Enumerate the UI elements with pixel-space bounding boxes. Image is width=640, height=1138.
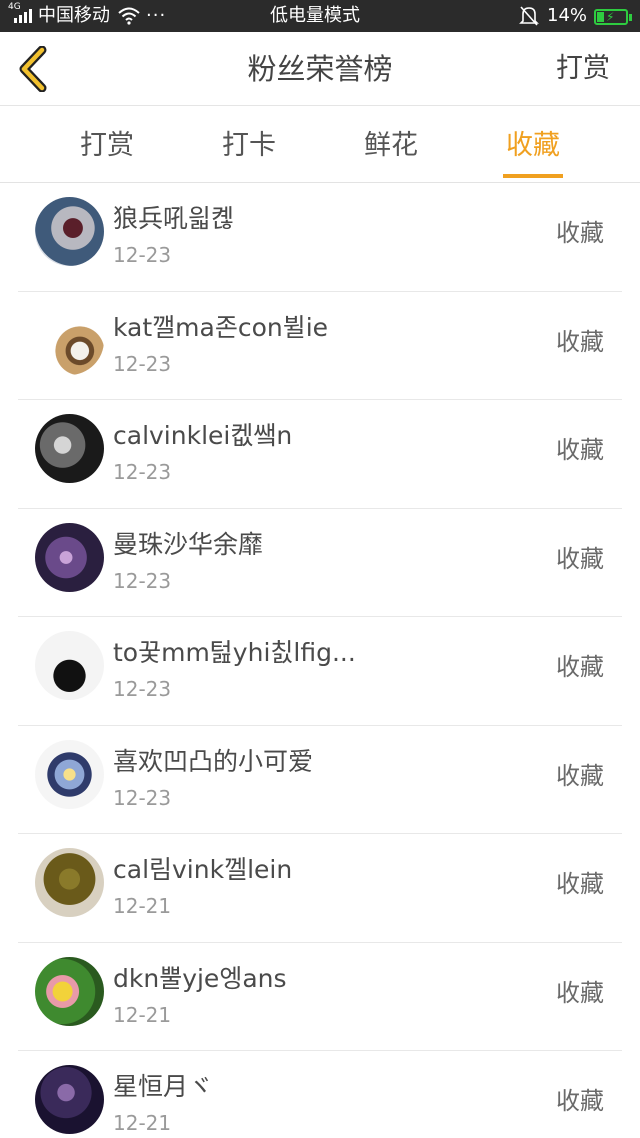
carrier-name: 中国移动: [38, 5, 110, 26]
avatar: [35, 1065, 104, 1134]
list-item[interactable]: kat깰ma존con뷜ie 12-23 收藏: [18, 292, 622, 400]
user-name: dkn뿔yje엥ans: [113, 963, 287, 993]
battery-icon: ⚡: [594, 9, 632, 25]
action-label: 收藏: [556, 978, 604, 1007]
user-name: 狼兵吼읣켾: [113, 204, 235, 233]
tab-label: 打卡: [222, 130, 276, 161]
tab-label: 打赏: [80, 130, 134, 161]
avatar: [35, 197, 104, 266]
user-name: 曼珠沙华余靡: [113, 529, 264, 559]
avatar: [35, 414, 104, 483]
avatar: [35, 848, 104, 917]
favorite-date: 12-23: [113, 677, 172, 701]
bell-muted-icon: [518, 0, 540, 32]
avatar: [35, 522, 104, 592]
action-label: 收藏: [556, 761, 604, 790]
tab-reward[interactable]: 打赏: [47, 107, 167, 183]
battery-percent: 14%: [547, 5, 588, 26]
user-name: calvinklei켒쌬n: [113, 421, 293, 450]
more-dots-icon: ···: [146, 5, 167, 26]
tab-favorites[interactable]: 收藏: [473, 107, 593, 183]
signal-icon: 4G: [8, 0, 36, 32]
list-item[interactable]: 喜欢凹凸的小可爱 12-23 收藏: [18, 726, 622, 834]
action-label: 收藏: [556, 653, 604, 681]
favorite-date: 12-23: [113, 568, 172, 593]
action-label: 收藏: [556, 870, 604, 898]
action-label: 收藏: [556, 544, 604, 573]
favorite-date: 12-23: [113, 351, 172, 376]
list-item[interactable]: 曼珠沙华余靡 12-23 收藏: [18, 509, 622, 617]
list-item[interactable]: to꿎mm턾yhi칤lfig... 12-23 收藏: [18, 617, 622, 726]
favorite-date: 12-23: [113, 243, 172, 267]
list-item[interactable]: 狼兵吼읣켾 12-23 收藏: [18, 183, 622, 292]
favorite-date: 12-23: [113, 460, 172, 484]
tab-underline: [503, 174, 563, 178]
page-title: 粉丝荣誉榜: [247, 52, 393, 86]
list-item[interactable]: calvinklei켒쌬n 12-23 收藏: [18, 400, 622, 509]
action-label: 收藏: [556, 1087, 604, 1115]
avatar: [35, 739, 104, 809]
action-label: 收藏: [556, 219, 604, 247]
user-name: to꿎mm턾yhi칤lfig...: [113, 638, 356, 667]
avatar: [35, 956, 104, 1026]
nav-header: 粉丝荣誉榜 打赏: [0, 32, 640, 106]
wifi-icon: [117, 0, 141, 32]
power-mode-label: 低电量模式: [270, 5, 360, 26]
avatar: [35, 305, 104, 375]
list-item[interactable]: dkn뿔yje엥ans 12-21 收藏: [18, 943, 622, 1051]
tab-label: 鲜花: [364, 130, 418, 161]
avatar: [35, 631, 104, 700]
list-item[interactable]: 星恒月ヾ 12-21 收藏: [18, 1051, 622, 1138]
reward-button[interactable]: 打赏: [556, 32, 610, 106]
tab-checkin[interactable]: 打卡: [189, 107, 309, 183]
action-label: 收藏: [556, 327, 604, 356]
favorite-date: 12-23: [113, 785, 172, 810]
user-name: kat깰ma존con뷜ie: [113, 312, 329, 342]
fan-list: 狼兵吼읣켾 12-23 收藏 kat깰ma존con뷜ie 12-23 收藏 ca…: [18, 183, 622, 1138]
tab-flowers[interactable]: 鲜花: [331, 107, 451, 183]
status-bar: 4G 中国移动 ··· 低电量模式 14% ⚡: [0, 0, 640, 32]
user-name: cal림vink껠lein: [113, 855, 293, 884]
favorite-date: 12-21: [113, 1002, 172, 1027]
favorite-date: 12-21: [113, 894, 172, 918]
list-item[interactable]: cal림vink껠lein 12-21 收藏: [18, 834, 622, 943]
action-label: 收藏: [556, 436, 604, 464]
favorite-date: 12-21: [113, 1111, 172, 1135]
user-name: 星恒月ヾ: [113, 1072, 214, 1101]
user-name: 喜欢凹凸的小可爱: [113, 746, 314, 776]
tab-label: 收藏: [506, 130, 560, 161]
tab-bar: 打赏 打卡 鲜花 收藏: [0, 107, 640, 183]
